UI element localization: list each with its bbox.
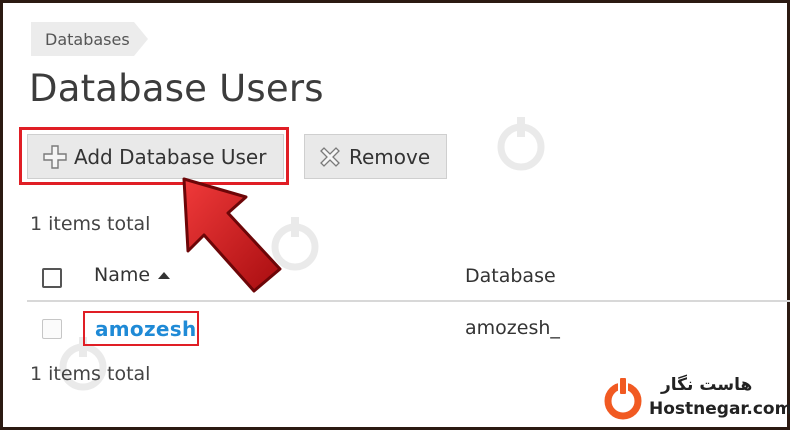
row-checkbox[interactable] [42, 319, 62, 339]
watermark-logo-icon [497, 117, 545, 171]
hostnegar-logo-icon [604, 376, 642, 420]
column-header-database[interactable]: Database [465, 265, 556, 287]
red-arrow-icon [182, 177, 282, 293]
x-icon [317, 144, 343, 170]
page-title: Database Users [29, 67, 324, 110]
remove-button[interactable]: Remove [304, 134, 447, 179]
breadcrumb-item-databases[interactable]: Databases [31, 22, 134, 56]
items-total-bottom: 1 items total [30, 363, 151, 385]
database-cell: amozesh_ [465, 317, 560, 339]
breadcrumb-arrow [133, 22, 148, 56]
brand-logo: هاست نگار Hostnegar.com [599, 373, 790, 425]
column-name-label: Name [94, 264, 151, 286]
column-header-name[interactable]: Name [94, 264, 171, 286]
select-all-checkbox[interactable] [42, 268, 62, 288]
breadcrumb[interactable]: Databases [31, 22, 148, 56]
brand-name-persian: هاست نگار [661, 375, 753, 395]
screenshot-frame: Databases Database Users Add Database Us… [0, 0, 790, 430]
highlight-box-user-name [83, 311, 199, 346]
remove-label: Remove [349, 144, 431, 169]
items-total-top: 1 items total [30, 213, 151, 235]
brand-domain: Hostnegar.com [649, 399, 790, 419]
table-header: Name Database [27, 255, 790, 302]
